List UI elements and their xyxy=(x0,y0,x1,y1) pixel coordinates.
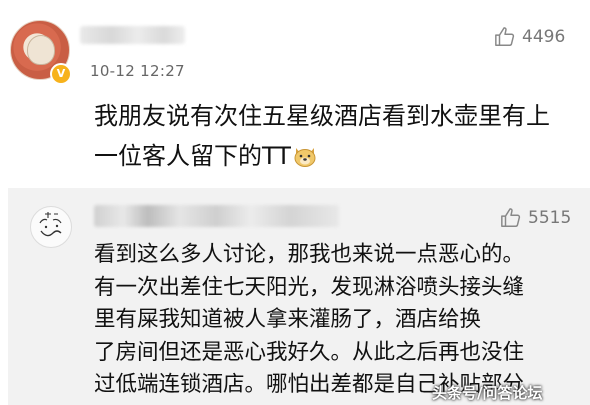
username-blurred[interactable] xyxy=(94,205,339,227)
comment-line: 了房间但还是恶心我好久。从此之后再也没住 xyxy=(94,339,525,365)
comment-timestamp: 10-12 12:27 xyxy=(90,62,185,80)
sketch-avatar-icon xyxy=(39,212,62,237)
comment-text: 我朋友说有次住五星级酒店看到水壶里有上 一位客人留下的TT xyxy=(94,96,584,176)
user-avatar[interactable] xyxy=(30,206,72,248)
comment-line: 我朋友说有次住五星级酒店看到水壶里有上 xyxy=(94,102,550,130)
comment-line: 一位客人留下的TT xyxy=(94,136,584,176)
like-button[interactable]: 4496 xyxy=(494,26,565,48)
comment-line: 看到这么多人讨论，那我也来说一点恶心的。 xyxy=(94,242,525,267)
comment-card-1: V 10-12 12:27 4496 我朋友说有次住五星级酒店看到水壶里有上 一… xyxy=(0,0,590,185)
comment-line: 里有屎我知道被人拿来灌肠了，酒店给换 xyxy=(94,307,482,332)
verified-badge-icon: V xyxy=(50,63,72,85)
like-count: 5515 xyxy=(528,208,572,228)
username-blurred[interactable] xyxy=(80,26,185,44)
avatar-image xyxy=(27,35,55,65)
thumbs-up-icon xyxy=(501,208,521,227)
like-count: 4496 xyxy=(522,27,566,47)
watermark: 头条号/问答论坛 xyxy=(432,384,543,402)
comment-text: 看到这么多人讨论，那我也来说一点恶心的。 有一次出差住七天阳光，发现淋浴喷头接头… xyxy=(94,239,582,402)
doge-emoji-icon xyxy=(294,148,316,167)
thumbs-up-icon xyxy=(495,27,515,46)
like-button[interactable]: 5515 xyxy=(500,207,571,229)
comment-line: 有一次出差住七天阳光，发现淋浴喷头接头缝 xyxy=(94,274,525,300)
